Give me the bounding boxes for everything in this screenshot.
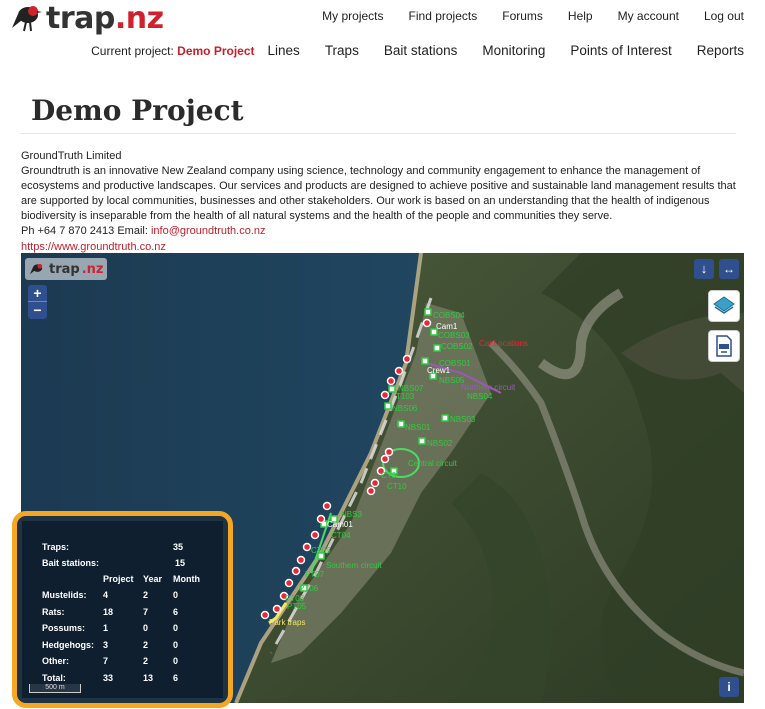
map-scale-bar: 500 m xyxy=(29,684,81,693)
map-label: COBS04 xyxy=(433,311,465,320)
subnav-bait-stations[interactable]: Bait stations xyxy=(384,43,458,58)
description-text: Groundtruth is an innovative New Zealand… xyxy=(21,165,736,223)
column-year: Year xyxy=(143,574,163,584)
map-label: Park traps xyxy=(269,618,305,627)
current-project-name[interactable]: Demo Project xyxy=(177,44,254,58)
subnav-traps[interactable]: Traps xyxy=(325,43,359,58)
subnav-reports[interactable]: Reports xyxy=(697,43,744,58)
map-label: NBS3 xyxy=(341,510,362,519)
subnav-points-of-interest[interactable]: Points of Interest xyxy=(570,43,671,58)
map-label: CT04 xyxy=(331,531,351,540)
info-icon: i xyxy=(727,680,731,694)
map-label: Northern circuit xyxy=(461,383,516,392)
brand-logo[interactable]: trap.nz xyxy=(10,0,164,36)
nav-find-projects[interactable]: Find projects xyxy=(409,9,478,23)
download-button[interactable]: ↓ xyxy=(694,259,714,279)
download-icon: ↓ xyxy=(700,261,708,276)
map-label: NBS03 xyxy=(450,415,476,424)
page-title: Demo Project xyxy=(31,94,244,127)
zoom-in-button[interactable]: + xyxy=(28,285,47,302)
project-navigation: Current project: Demo Project Lines Trap… xyxy=(91,43,744,58)
map-label: Southern circuit xyxy=(326,561,382,570)
map-label: CT3 xyxy=(381,471,397,480)
column-month: Month xyxy=(173,574,200,584)
map-label: T103 xyxy=(396,392,415,401)
map-label: COBS03 xyxy=(438,331,470,340)
map-label: PT06 xyxy=(299,584,319,593)
website-link[interactable]: https://www.groundtruth.co.nz xyxy=(21,241,166,253)
subnav-monitoring[interactable]: Monitoring xyxy=(482,43,545,58)
contact-line: Ph +64 7 870 2413 Email: info@groundtrut… xyxy=(21,225,266,238)
map-label: PT07 xyxy=(305,570,325,579)
map-label: Crew1 xyxy=(427,366,451,375)
bait-stations-count: 15 xyxy=(175,558,186,568)
zoom-out-button[interactable]: − xyxy=(28,302,47,319)
expand-icon: ↔ xyxy=(723,262,735,276)
column-project: Project xyxy=(103,574,134,584)
map-label: NBS04 xyxy=(467,392,493,401)
map-label: NBS02 xyxy=(427,439,453,448)
nav-log-out[interactable]: Log out xyxy=(704,9,744,23)
organisation-name: GroundTruth Limited xyxy=(21,150,122,162)
map-label: CT05 xyxy=(311,546,331,555)
map-label: Cam01 xyxy=(327,520,353,529)
bait-stations-label: Bait stations: xyxy=(42,558,100,568)
project-description: GroundTruth Limited Groundtruth is an in… xyxy=(21,149,746,255)
map-brand-logo: trap .nz xyxy=(25,258,107,280)
zoom-control: + − xyxy=(28,285,47,319)
pdf-export-button[interactable] xyxy=(708,330,740,362)
layers-icon xyxy=(713,296,735,314)
top-navigation: My projects Find projects Forums Help My… xyxy=(297,9,744,23)
traps-count: 35 xyxy=(173,542,184,552)
email-link[interactable]: info@groundtruth.co.nz xyxy=(151,225,266,237)
traps-label: Traps: xyxy=(42,542,70,552)
layers-button[interactable] xyxy=(708,290,740,322)
map-label: NBS01 xyxy=(405,423,431,432)
map-label: Cat Locations xyxy=(479,339,528,348)
map-label: Central circuit xyxy=(408,459,458,468)
title-divider xyxy=(21,133,736,134)
map-label: Cam1 xyxy=(436,322,458,331)
info-button[interactable]: i xyxy=(719,677,739,697)
subnav-lines[interactable]: Lines xyxy=(268,43,300,58)
map-label: COBS02 xyxy=(441,342,473,351)
bird-logo-icon xyxy=(29,263,43,274)
nav-help[interactable]: Help xyxy=(568,9,593,23)
current-project-indicator: Current project: Demo Project xyxy=(91,43,255,58)
fullscreen-button[interactable]: ↔ xyxy=(719,259,739,279)
map-label: CT10 xyxy=(387,482,407,491)
map-label: NBS06 xyxy=(392,404,418,413)
nav-my-projects[interactable]: My projects xyxy=(322,9,383,23)
nav-forums[interactable]: Forums xyxy=(502,9,543,23)
map-label: PT05 xyxy=(287,602,307,611)
bird-logo-icon xyxy=(12,6,42,32)
brand-name: trap.nz xyxy=(46,0,164,36)
pdf-icon xyxy=(716,335,732,357)
nav-my-account[interactable]: My account xyxy=(618,9,679,23)
